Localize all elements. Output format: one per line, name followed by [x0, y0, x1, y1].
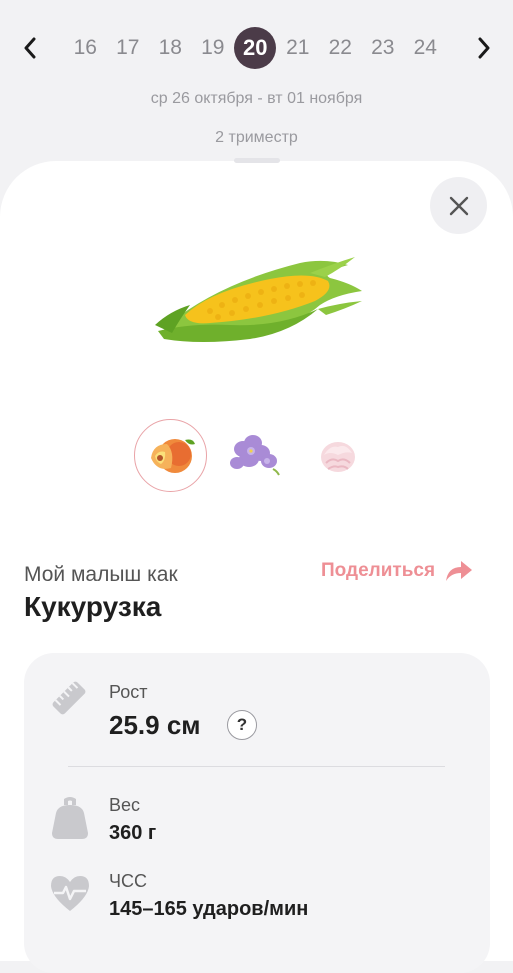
sheet-handle[interactable] — [234, 158, 280, 163]
peach-icon — [150, 438, 195, 473]
thumbnail-marshmallow[interactable] — [302, 419, 374, 491]
height-value: 25.9 см — [109, 710, 201, 740]
weight-label: Вес — [109, 795, 141, 815]
thumbnail-peach[interactable] — [134, 419, 207, 492]
week-number: 16 — [73, 36, 97, 59]
week-number: 17 — [116, 36, 140, 59]
thumbnail-violet[interactable] — [220, 419, 292, 491]
week-item[interactable]: 19 — [192, 28, 235, 68]
weight-value: 360 г — [109, 822, 157, 844]
week-item[interactable]: 21 — [277, 28, 320, 68]
close-button[interactable] — [430, 177, 487, 234]
comparison-subtitle: Мой малыш как — [24, 563, 178, 586]
ruler-icon — [48, 677, 90, 724]
week-item[interactable]: 17 — [107, 28, 150, 68]
corn-illustration — [150, 253, 370, 353]
chevron-right-icon[interactable] — [472, 34, 496, 62]
divider — [68, 766, 445, 767]
week-item-active[interactable]: 20 — [234, 27, 277, 69]
date-range: ср 26 октября - вт 01 ноября — [150, 90, 363, 107]
week-number: 18 — [158, 36, 182, 59]
week-number: 20 — [234, 27, 277, 69]
heart-rate-icon — [48, 873, 92, 918]
week-item[interactable]: 24 — [404, 28, 447, 68]
week-number: 22 — [328, 36, 352, 59]
share-arrow-icon — [446, 561, 473, 581]
height-label: Рост — [109, 682, 148, 702]
heart-rate-value: 145–165 ударов/мин — [109, 898, 309, 920]
share-button[interactable]: Поделиться — [321, 560, 473, 582]
week-item[interactable]: 23 — [362, 28, 405, 68]
share-label: Поделиться — [321, 560, 436, 581]
metrics-card: Рост 25.9 см ? Вес 360 г ЧСС 145–165 уда… — [24, 653, 490, 973]
week-item[interactable]: 22 — [319, 28, 362, 68]
baby-size-sheet: Мой малыш как Кукурузка Поделиться Рост — [0, 158, 513, 973]
trimester-label: 2 триместр — [215, 129, 298, 146]
week-list: 16 17 18 19 20 21 22 23 24 — [64, 27, 447, 69]
close-icon — [449, 196, 468, 215]
question-icon: ? — [236, 715, 248, 734]
comparison-title: Кукурузка — [24, 591, 162, 622]
weight-icon — [50, 795, 90, 846]
heart-rate-label: ЧСС — [109, 871, 147, 891]
week-number: 21 — [286, 36, 310, 59]
week-number: 23 — [371, 36, 395, 59]
comparison-thumbnails — [134, 419, 374, 493]
marshmallow-icon — [321, 442, 355, 472]
week-item[interactable]: 16 — [64, 28, 107, 68]
week-navigation: 16 17 18 19 20 21 22 23 24 — [0, 22, 513, 74]
week-number: 19 — [201, 36, 225, 59]
flower-icon — [230, 435, 280, 476]
chevron-left-icon[interactable] — [18, 34, 42, 62]
week-item[interactable]: 18 — [149, 28, 192, 68]
height-help-button[interactable]: ? — [227, 710, 257, 740]
week-number: 24 — [413, 36, 437, 59]
